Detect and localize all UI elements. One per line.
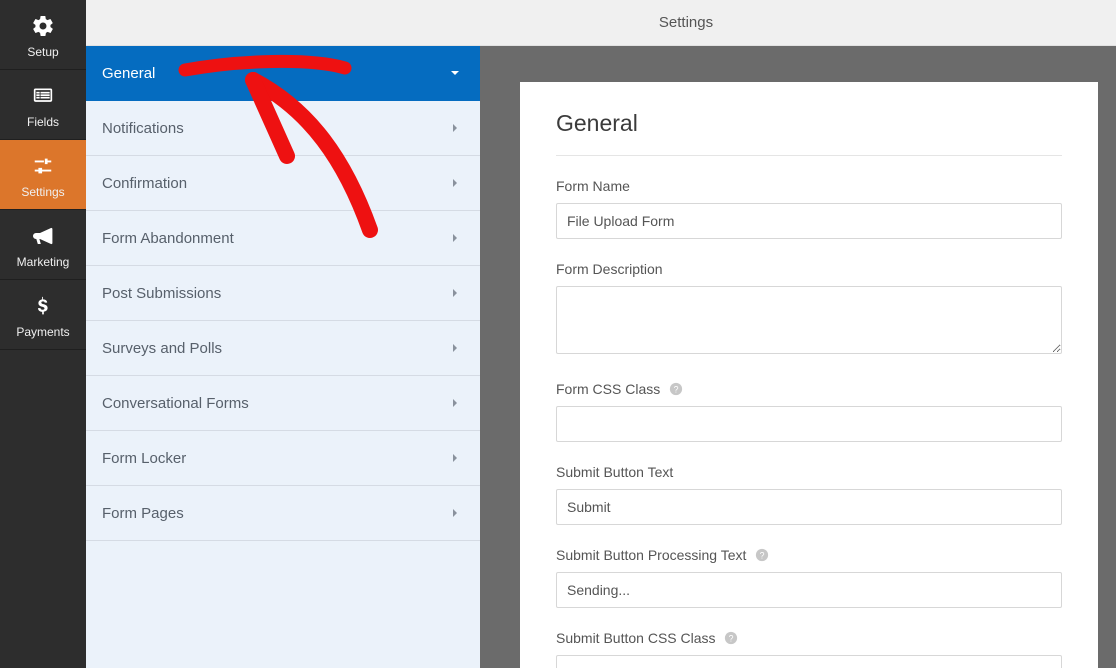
- submit-processing-label: Submit Button Processing Text ?: [556, 547, 1062, 563]
- label-text: Submit Button CSS Class: [556, 630, 716, 646]
- form-description-input[interactable]: [556, 286, 1062, 354]
- sidebar-label: Payments: [16, 325, 69, 339]
- field-submit-button-text: Submit Button Text: [556, 464, 1062, 525]
- chevron-right-icon: [450, 450, 460, 467]
- field-form-name: Form Name: [556, 178, 1062, 239]
- settings-nav-confirmation[interactable]: Confirmation: [86, 156, 480, 211]
- submit-text-label: Submit Button Text: [556, 464, 1062, 480]
- sidebar-item-payments[interactable]: Payments: [0, 280, 86, 350]
- help-icon[interactable]: ?: [754, 548, 769, 563]
- panel-heading: General: [556, 110, 1062, 156]
- sidebar-item-fields[interactable]: Fields: [0, 70, 86, 140]
- nav-label: Conversational Forms: [102, 395, 249, 412]
- content-wrap: General Form Name Form Description Form …: [480, 46, 1116, 668]
- settings-nav: General Notifications Confirmation Form …: [86, 46, 480, 668]
- form-name-label: Form Name: [556, 178, 1062, 194]
- chevron-right-icon: [450, 505, 460, 522]
- dollar-icon: [29, 292, 57, 320]
- settings-nav-form-pages[interactable]: Form Pages: [86, 486, 480, 541]
- settings-nav-notifications[interactable]: Notifications: [86, 101, 480, 156]
- nav-label: Form Abandonment: [102, 230, 234, 247]
- sidebar-item-settings[interactable]: Settings: [0, 140, 86, 210]
- sliders-icon: [29, 152, 57, 180]
- svg-text:?: ?: [759, 551, 764, 561]
- gear-icon: [29, 12, 57, 40]
- help-icon[interactable]: ?: [724, 631, 739, 646]
- page-title: Settings: [659, 14, 713, 31]
- help-icon[interactable]: ?: [668, 382, 683, 397]
- settings-nav-form-locker[interactable]: Form Locker: [86, 431, 480, 486]
- top-bar: Settings: [86, 0, 1116, 46]
- sidebar-item-marketing[interactable]: Marketing: [0, 210, 86, 280]
- bullhorn-icon: [29, 222, 57, 250]
- form-description-label: Form Description: [556, 261, 1062, 277]
- chevron-down-icon: [450, 65, 460, 82]
- form-css-class-input[interactable]: [556, 406, 1062, 442]
- settings-nav-surveys-and-polls[interactable]: Surveys and Polls: [86, 321, 480, 376]
- nav-label: Form Pages: [102, 505, 184, 522]
- field-submit-css-class: Submit Button CSS Class ?: [556, 630, 1062, 668]
- chevron-right-icon: [450, 175, 460, 192]
- chevron-right-icon: [450, 120, 460, 137]
- nav-label: Form Locker: [102, 450, 186, 467]
- settings-nav-post-submissions[interactable]: Post Submissions: [86, 266, 480, 321]
- chevron-right-icon: [450, 285, 460, 302]
- nav-label: Surveys and Polls: [102, 340, 222, 357]
- chevron-right-icon: [450, 340, 460, 357]
- svg-text:?: ?: [673, 385, 678, 395]
- form-name-input[interactable]: [556, 203, 1062, 239]
- sidebar-label: Marketing: [17, 255, 70, 269]
- settings-nav-form-abandonment[interactable]: Form Abandonment: [86, 211, 480, 266]
- form-css-class-label: Form CSS Class ?: [556, 381, 1062, 397]
- sidebar-label: Settings: [21, 185, 64, 199]
- form-panel: General Form Name Form Description Form …: [520, 82, 1098, 668]
- nav-label: Post Submissions: [102, 285, 221, 302]
- sidebar-label: Fields: [27, 115, 59, 129]
- field-form-css-class: Form CSS Class ?: [556, 381, 1062, 442]
- body-split: General Notifications Confirmation Form …: [86, 46, 1116, 668]
- nav-label: Notifications: [102, 120, 184, 137]
- svg-text:?: ?: [729, 634, 734, 644]
- sidebar-label: Setup: [27, 45, 58, 59]
- label-text: Submit Button Processing Text: [556, 547, 746, 563]
- list-icon: [29, 82, 57, 110]
- chevron-right-icon: [450, 395, 460, 412]
- main-area: Settings General Notifications Confirmat…: [86, 0, 1116, 668]
- nav-label: Confirmation: [102, 175, 187, 192]
- label-text: Form CSS Class: [556, 381, 660, 397]
- nav-label: General: [102, 65, 155, 82]
- sidebar-item-setup[interactable]: Setup: [0, 0, 86, 70]
- submit-css-input[interactable]: [556, 655, 1062, 668]
- field-submit-processing-text: Submit Button Processing Text ?: [556, 547, 1062, 608]
- chevron-right-icon: [450, 230, 460, 247]
- submit-text-input[interactable]: [556, 489, 1062, 525]
- settings-nav-conversational-forms[interactable]: Conversational Forms: [86, 376, 480, 431]
- settings-nav-general[interactable]: General: [86, 46, 480, 101]
- submit-css-label: Submit Button CSS Class ?: [556, 630, 1062, 646]
- submit-processing-input[interactable]: [556, 572, 1062, 608]
- left-sidebar: Setup Fields Settings Marketing Payments: [0, 0, 86, 668]
- field-form-description: Form Description: [556, 261, 1062, 359]
